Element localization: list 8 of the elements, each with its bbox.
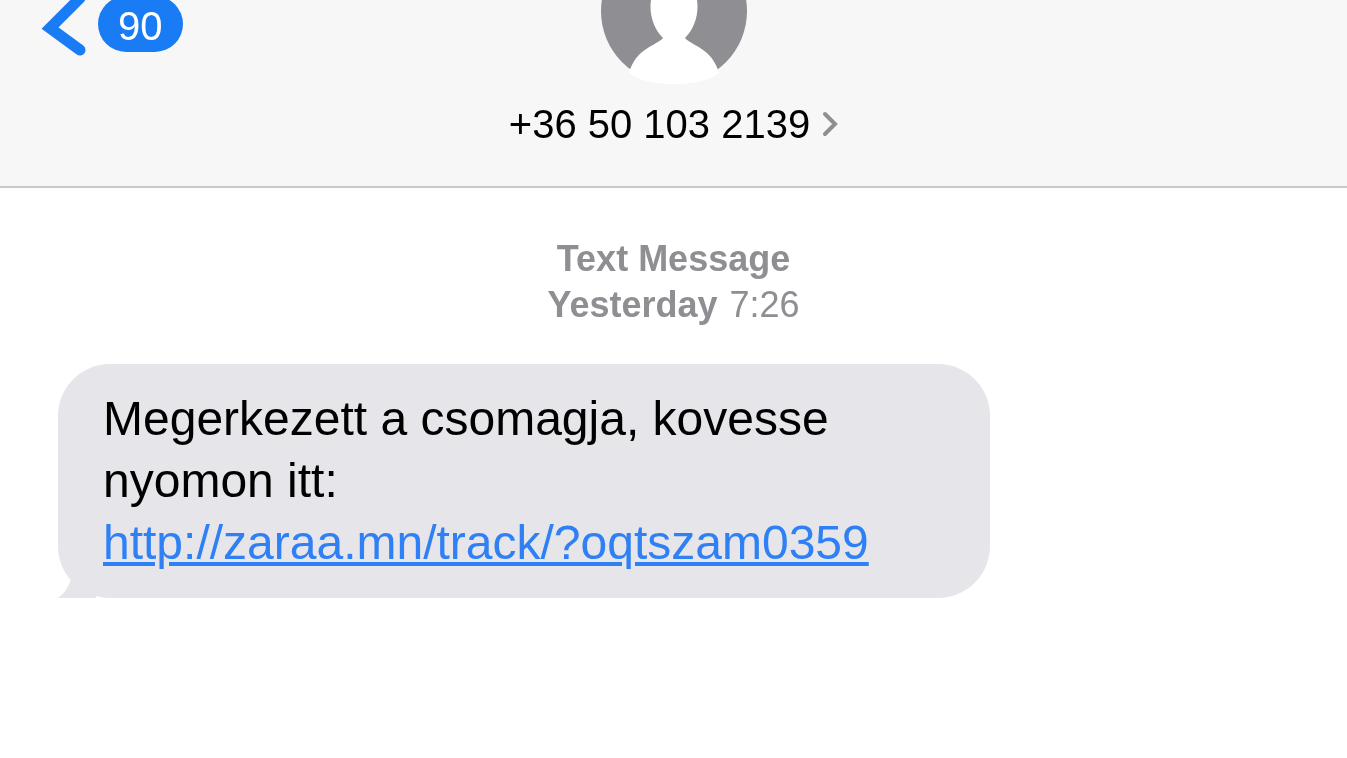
contact-name[interactable]: +36 50 103 2139 (508, 100, 811, 148)
service-label: Text Message (556, 237, 791, 281)
message-text: Megerkezett a csomagja, kovesse nyomon itt: (103, 391, 830, 509)
message-link[interactable]: http://zaraa.mn/track/?oqtszam0359 (103, 512, 950, 574)
date-label: Yesterday (547, 283, 718, 327)
unread-badge[interactable]: 90 (98, 0, 183, 52)
chevron-right-icon[interactable] (822, 111, 839, 137)
time-label: 7:26 (729, 283, 800, 327)
